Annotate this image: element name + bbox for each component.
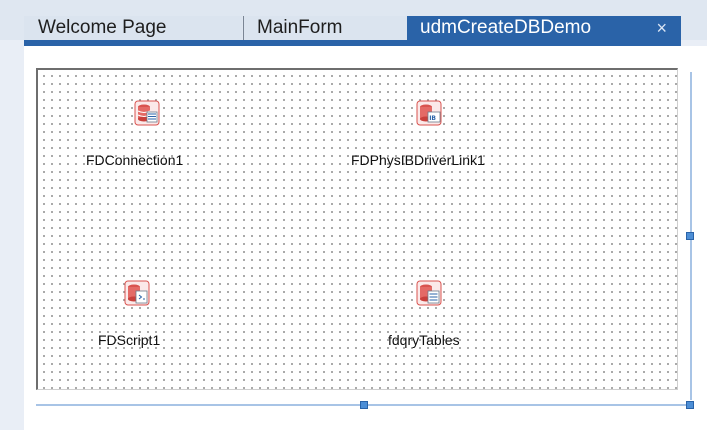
component-label: fdqryTables bbox=[388, 332, 460, 348]
resize-handle-bottom[interactable] bbox=[360, 401, 368, 409]
database-query-icon bbox=[416, 280, 442, 306]
tab-label: udmCreateDBDemo bbox=[420, 17, 592, 38]
database-connection-icon bbox=[134, 100, 160, 126]
component-label: FDPhysIBDriverLink1 bbox=[351, 152, 485, 168]
resize-handle-right[interactable] bbox=[686, 232, 694, 240]
component-fdscript1[interactable]: FDScript1 bbox=[38, 260, 278, 370]
component-fdconnection1[interactable]: FDConnection1 bbox=[38, 70, 278, 180]
document-tab-bar: Welcome Page MainForm udmCreateDBDemo × bbox=[0, 0, 707, 40]
tab-welcome-page[interactable]: Welcome Page bbox=[24, 16, 242, 40]
close-icon[interactable]: × bbox=[656, 16, 667, 40]
svg-text:IB: IB bbox=[429, 115, 436, 122]
tab-udmcreatedbdemo[interactable]: udmCreateDBDemo × bbox=[407, 16, 681, 40]
component-fdqrytables[interactable]: fdqryTables bbox=[338, 260, 578, 370]
database-script-icon bbox=[124, 280, 150, 306]
component-fdphysibdriverlink1[interactable]: IB FDPhysIBDriverLink1 bbox=[338, 70, 578, 180]
component-label: FDScript1 bbox=[98, 332, 161, 348]
resize-handle-corner[interactable] bbox=[686, 401, 694, 409]
ib-driver-link-icon: IB bbox=[416, 100, 442, 126]
datamodule-design-surface[interactable]: FDConnection1 IB FDPhysIBDriverLink1 FDS… bbox=[36, 68, 678, 390]
tab-mainform[interactable]: MainForm bbox=[243, 16, 407, 40]
component-label: FDConnection1 bbox=[86, 152, 184, 168]
